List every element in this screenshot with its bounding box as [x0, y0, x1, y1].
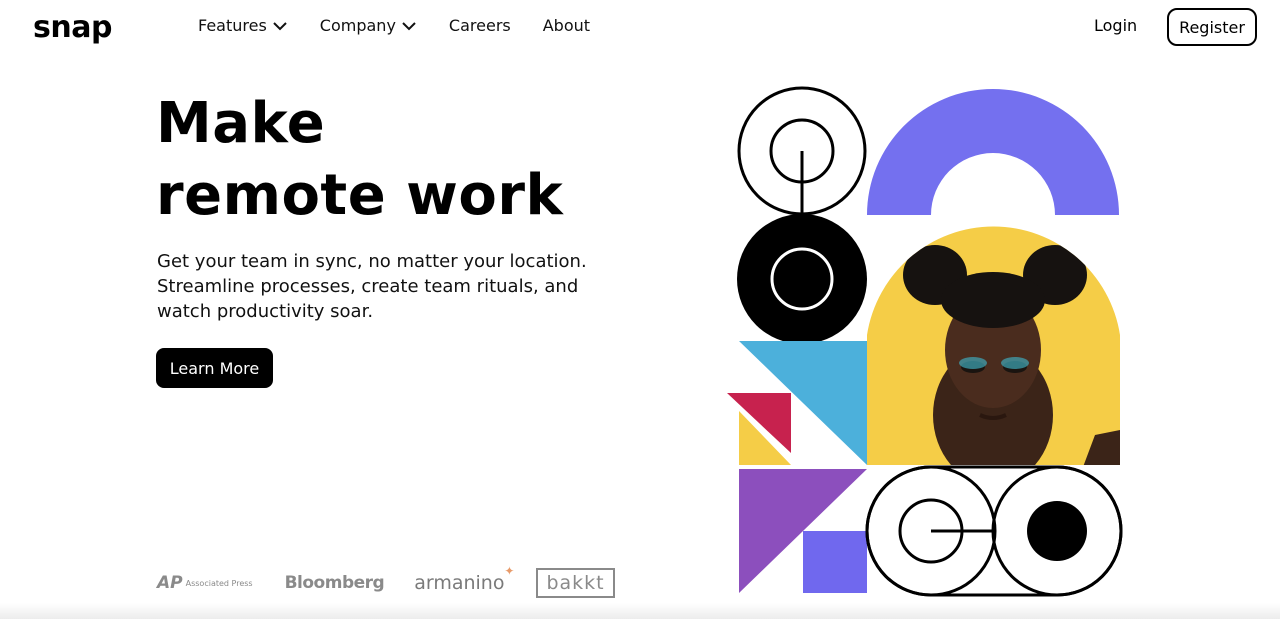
black-circle — [737, 214, 867, 344]
nav-careers-label: Careers — [448, 16, 511, 35]
chevron-down-icon — [402, 21, 416, 30]
register-button[interactable]: Register — [1167, 8, 1257, 46]
nav-careers[interactable]: Careers — [449, 16, 511, 35]
nav-company-label: Company — [319, 16, 396, 35]
ap-name: Associated Press — [185, 578, 253, 588]
ap-mark: AP — [157, 573, 183, 593]
purple-arch — [867, 89, 1119, 215]
hero-subtext: Get your team in sync, no matter your lo… — [157, 251, 587, 322]
headline-line-1: Make — [156, 91, 326, 156]
nav-about-label: About — [542, 16, 591, 35]
bloomberg-logo: Bloomberg — [284, 573, 385, 593]
armanino-wordmark: armanino — [414, 572, 505, 594]
associated-press-logo: AP Associated Press — [157, 573, 253, 593]
login-link[interactable]: Login — [1094, 16, 1137, 35]
client-logos: AP Associated Press Bloomberg armanino ✦… — [157, 564, 615, 598]
main-nav: Features Company Careers About — [198, 16, 622, 35]
portrait — [867, 226, 1120, 465]
hero-illustration — [727, 86, 1123, 597]
star-icon: ✦ — [504, 564, 515, 578]
nav-features[interactable]: Features — [198, 16, 288, 35]
headline-line-2: remote work — [156, 163, 564, 228]
bakkt-logo: bakkt — [536, 568, 615, 598]
bottom-fade — [0, 603, 1280, 619]
learn-more-button[interactable]: Learn More — [156, 348, 273, 388]
armanino-logo: armanino ✦ — [414, 564, 514, 594]
snap-logo[interactable]: snap — [33, 10, 112, 45]
nav-features-label: Features — [198, 16, 267, 35]
hero-headline: Make remote work — [156, 88, 563, 232]
nav-about[interactable]: About — [543, 16, 590, 35]
nav-company[interactable]: Company — [320, 16, 417, 35]
right-black-dot — [1027, 501, 1087, 561]
blue-square — [803, 531, 867, 593]
chevron-down-icon — [273, 21, 287, 30]
